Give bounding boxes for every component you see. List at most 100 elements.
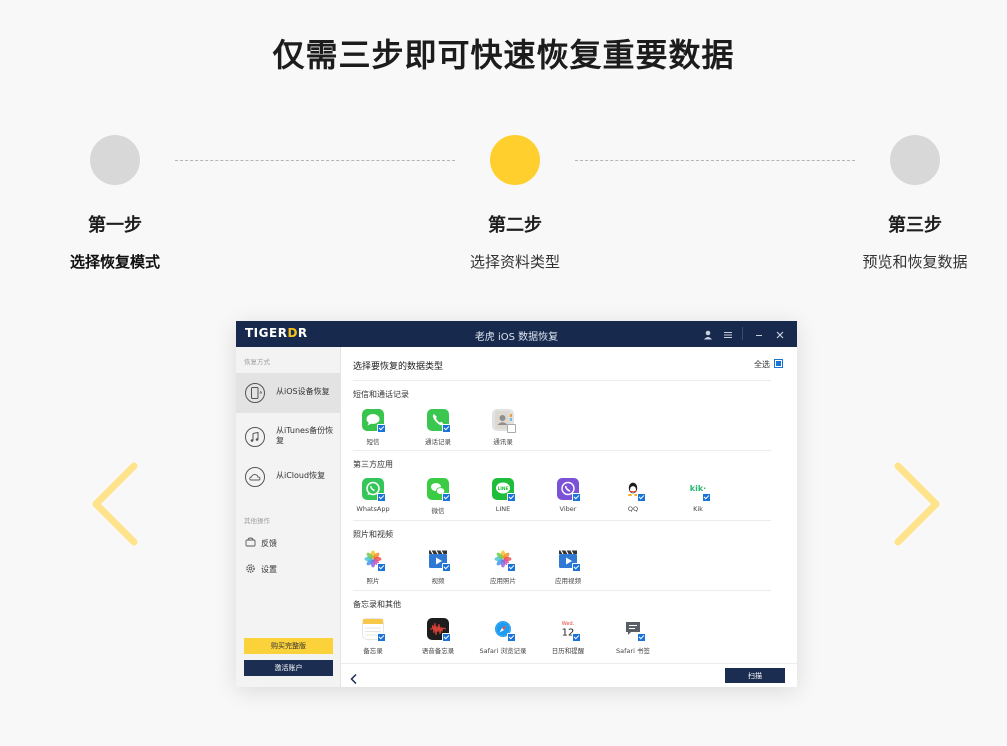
select-all-checkbox[interactable]: 全选	[754, 359, 783, 370]
step-2-title: 第二步	[488, 215, 542, 236]
checkbox-icon	[702, 493, 711, 502]
checkbox-icon	[572, 633, 581, 642]
checkbox-icon	[637, 493, 646, 502]
carousel-next-button[interactable]	[892, 462, 942, 546]
step-2-indicator	[490, 135, 540, 185]
user-icon	[704, 330, 712, 340]
scan-button[interactable]: 扫描	[725, 668, 785, 683]
data-type-label: Kik	[693, 505, 703, 513]
chevron-left-icon	[350, 673, 357, 685]
checkbox-icon	[572, 493, 581, 502]
data-type-label: 通讯录	[493, 438, 513, 446]
step-1-desc: 选择恢复模式	[69, 253, 160, 271]
panel-header: 选择要恢复的数据类型	[353, 362, 444, 372]
select-all-label: 全选	[754, 360, 770, 369]
divider	[353, 590, 771, 591]
data-type-whatsapp[interactable]: WhatsApp	[343, 478, 403, 518]
sidebar-item-itunes-backup[interactable]: 从iTunes备份恢复	[236, 417, 340, 457]
data-type-videos[interactable]: 视频	[408, 548, 468, 588]
titlebar-divider	[742, 327, 743, 340]
checkbox-icon	[637, 633, 646, 642]
data-type-label: Safari 书签	[616, 647, 650, 655]
close-icon	[776, 331, 784, 339]
data-type-app-photos[interactable]: 应用照片	[473, 548, 533, 588]
data-type-label: WhatsApp	[356, 505, 390, 513]
svg-text:LINE: LINE	[498, 486, 509, 492]
buy-full-version-button[interactable]: 购买完整版	[244, 638, 333, 654]
data-type-label: 应用照片	[490, 577, 516, 585]
data-type-app-videos[interactable]: 应用视频	[538, 548, 598, 588]
back-button[interactable]	[349, 670, 359, 685]
checkbox-icon	[377, 633, 386, 642]
data-type-safari-history[interactable]: Safari 浏览记录	[473, 618, 533, 658]
data-type-panel: 选择要恢复的数据类型 全选 短信和通话记录 短信 通话记录 通讯录 第三方应用	[341, 347, 797, 687]
data-type-safari-bookmarks[interactable]: Safari 书签	[603, 618, 663, 658]
sidebar-link-label: 设置	[261, 565, 277, 574]
data-type-kik[interactable]: kik· Kik	[668, 478, 728, 518]
feedback-icon	[245, 537, 256, 547]
data-type-notes[interactable]: 备忘录	[343, 618, 403, 658]
minimize-button[interactable]	[752, 327, 766, 341]
data-type-calendar[interactable]: Wed. 12 日历和提醒	[538, 618, 598, 658]
page-title: 仅需三步即可快速恢复重要数据	[272, 36, 735, 74]
sidebar-item-label: 从iTunes备份恢复	[276, 426, 334, 445]
sidebar-item-icloud[interactable]: 从iCloud恢复	[236, 457, 340, 497]
divider	[353, 520, 771, 521]
data-type-label: 应用视频	[555, 577, 581, 585]
checkbox-icon	[442, 493, 451, 502]
data-type-line[interactable]: LINE LINE	[473, 478, 533, 518]
step-2-desc: 选择资料类型	[469, 253, 560, 271]
sidebar-item-label: 从iCloud恢复	[276, 471, 326, 480]
close-button[interactable]	[773, 327, 787, 341]
data-type-contacts[interactable]: 通讯录	[473, 409, 533, 449]
activate-account-button[interactable]: 激活账户	[244, 660, 333, 676]
title-bar: TIGERDR 老虎 iOS 数据恢复	[236, 321, 797, 347]
carousel-prev-button[interactable]	[90, 462, 140, 546]
menu-button[interactable]	[721, 327, 735, 341]
sidebar-item-ios-device[interactable]: 从iOS设备恢复	[236, 373, 340, 413]
step-connector-2	[575, 160, 855, 161]
step-connector-1	[175, 160, 455, 161]
data-type-label: Viber	[559, 505, 577, 513]
data-type-label: 语音备忘录	[421, 647, 455, 655]
minimize-icon	[756, 335, 762, 336]
svg-text:kik·: kik·	[690, 484, 706, 493]
step-1-indicator	[90, 135, 140, 185]
music-note-icon	[245, 427, 265, 447]
checkbox-icon	[377, 424, 386, 433]
step-3-indicator	[890, 135, 940, 185]
sidebar-section-recovery: 恢复方式	[244, 358, 270, 366]
cloud-icon	[245, 467, 265, 487]
step-3-title: 第三步	[888, 215, 942, 236]
data-type-viber[interactable]: Viber	[538, 478, 598, 518]
category-title: 照片和视频	[353, 530, 393, 539]
sidebar-link-settings[interactable]: 设置	[236, 560, 340, 578]
data-type-qq[interactable]: QQ	[603, 478, 663, 518]
data-type-photos[interactable]: 照片	[343, 548, 403, 588]
checkbox-icon	[442, 563, 451, 572]
data-type-voice-memos[interactable]: 语音备忘录	[408, 618, 468, 658]
data-type-label: LINE	[495, 505, 511, 513]
data-type-label: Safari 浏览记录	[479, 647, 527, 655]
account-button[interactable]	[701, 327, 715, 341]
data-type-label: 日历和提醒	[551, 647, 585, 655]
panel-footer: 扫描	[341, 663, 797, 687]
checkbox-icon	[507, 633, 516, 642]
data-type-label: 备忘录	[363, 647, 383, 655]
data-type-wechat[interactable]: 微信	[408, 478, 468, 518]
data-type-label: 通话记录	[425, 438, 451, 446]
sidebar-link-feedback[interactable]: 反馈	[236, 534, 340, 552]
data-type-label: 视频	[431, 577, 445, 585]
app-window: TIGERDR 老虎 iOS 数据恢复 恢复方式 从iOS设备恢复 从iTune…	[236, 321, 797, 687]
checkbox-icon	[507, 493, 516, 502]
phone-refresh-icon	[245, 383, 265, 403]
data-type-label: QQ	[627, 505, 639, 513]
data-type-messages[interactable]: 短信	[343, 409, 403, 449]
step-3: 第三步 预览和恢复数据	[815, 135, 1007, 272]
sidebar-link-label: 反馈	[261, 539, 277, 548]
checkbox-icon	[377, 493, 386, 502]
data-type-call-history[interactable]: 通话记录	[408, 409, 468, 449]
chevron-left-icon	[92, 462, 138, 546]
gear-icon	[246, 564, 255, 573]
divider	[353, 380, 771, 381]
